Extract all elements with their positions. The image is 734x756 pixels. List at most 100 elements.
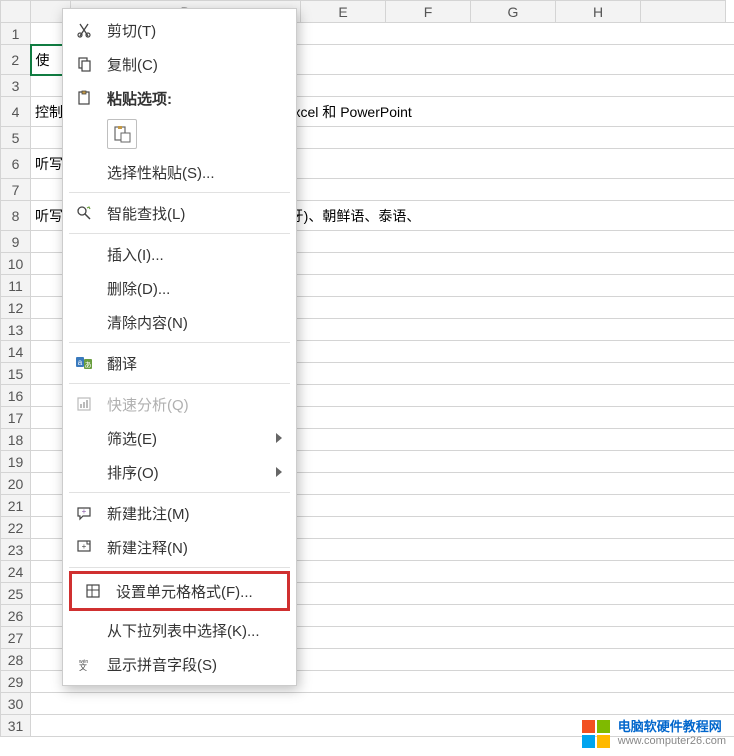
menu-filter[interactable]: 筛选(E) xyxy=(63,421,296,455)
row-header[interactable]: 14 xyxy=(1,341,31,363)
menu-translate[interactable]: aあ 翻译 xyxy=(63,346,296,380)
row-header[interactable]: 24 xyxy=(1,561,31,583)
menu-label: 复制(C) xyxy=(107,54,282,75)
menu-separator xyxy=(69,233,290,234)
row-header[interactable]: 11 xyxy=(1,275,31,297)
menu-cut[interactable]: 剪切(T) xyxy=(63,13,296,47)
row-header[interactable]: 16 xyxy=(1,385,31,407)
menu-sort[interactable]: 排序(O) xyxy=(63,455,296,489)
row-header[interactable]: 15 xyxy=(1,363,31,385)
cut-icon xyxy=(73,19,95,41)
menu-paste-special[interactable]: 选择性粘贴(S)... xyxy=(63,155,296,189)
row-header[interactable]: 4 xyxy=(1,97,31,127)
menu-separator xyxy=(69,383,290,384)
svg-text:あ: あ xyxy=(85,361,92,369)
submenu-arrow-icon xyxy=(276,433,282,443)
phonetic-icon: wén文 xyxy=(73,653,95,675)
row-header[interactable]: 29 xyxy=(1,671,31,693)
menu-clear-contents[interactable]: 清除内容(N) xyxy=(63,305,296,339)
format-cells-icon xyxy=(82,580,104,602)
menu-label: 新建批注(M) xyxy=(107,503,282,524)
row-header[interactable]: 18 xyxy=(1,429,31,451)
menu-smart-lookup[interactable]: 智能查找(L) xyxy=(63,196,296,230)
row-header[interactable]: 30 xyxy=(1,693,31,715)
select-all-corner[interactable] xyxy=(1,1,31,23)
comment-icon: + xyxy=(73,502,95,524)
menu-copy[interactable]: 复制(C) xyxy=(63,47,296,81)
context-menu: 剪切(T) 复制(C) 粘贴选项: 选择性粘贴(S)... 智能查找(L) 插入… xyxy=(62,8,297,686)
menu-format-cells[interactable]: 设置单元格格式(F)... xyxy=(72,574,287,608)
row-header[interactable]: 3 xyxy=(1,75,31,97)
row-header[interactable]: 31 xyxy=(1,715,31,737)
copy-icon xyxy=(73,53,95,75)
svg-text:文: 文 xyxy=(79,662,87,671)
row-header[interactable]: 22 xyxy=(1,517,31,539)
menu-label: 清除内容(N) xyxy=(107,312,282,333)
row-header[interactable]: 5 xyxy=(1,127,31,149)
menu-delete[interactable]: 删除(D)... xyxy=(63,271,296,305)
paste-option-default[interactable] xyxy=(107,119,137,149)
menu-label: 显示拼音字段(S) xyxy=(107,654,282,675)
menu-label: 粘贴选项: xyxy=(107,88,282,109)
menu-label: 从下拉列表中选择(K)... xyxy=(107,620,282,641)
watermark-text: 电脑软硬件教程网 www.computer26.com xyxy=(618,719,726,748)
watermark: 电脑软硬件教程网 www.computer26.com xyxy=(582,719,726,748)
row-header[interactable]: 27 xyxy=(1,627,31,649)
row-header[interactable]: 13 xyxy=(1,319,31,341)
menu-label: 删除(D)... xyxy=(107,278,282,299)
row-header[interactable]: 21 xyxy=(1,495,31,517)
submenu-arrow-icon xyxy=(276,467,282,477)
menu-label: 新建注释(N) xyxy=(107,537,282,558)
cell[interactable] xyxy=(31,693,734,715)
row-header[interactable]: 19 xyxy=(1,451,31,473)
paste-icon xyxy=(73,87,95,109)
row-header[interactable]: 12 xyxy=(1,297,31,319)
menu-insert[interactable]: 插入(I)... xyxy=(63,237,296,271)
menu-show-phonetic[interactable]: wén文 显示拼音字段(S) xyxy=(63,647,296,681)
watermark-title: 电脑软硬件教程网 xyxy=(618,719,726,735)
menu-label: 剪切(T) xyxy=(107,20,282,41)
row-header[interactable]: 2 xyxy=(1,45,31,75)
menu-separator xyxy=(69,567,290,568)
row-header[interactable]: 25 xyxy=(1,583,31,605)
menu-separator xyxy=(69,342,290,343)
menu-label: 选择性粘贴(S)... xyxy=(107,162,282,183)
menu-label: 智能查找(L) xyxy=(107,203,282,224)
menu-label: 排序(O) xyxy=(107,462,276,483)
menu-quick-analysis: 快速分析(Q) xyxy=(63,387,296,421)
row-header[interactable]: 1 xyxy=(1,23,31,45)
watermark-logo-icon xyxy=(582,720,610,748)
row-header[interactable]: 23 xyxy=(1,539,31,561)
svg-text:a: a xyxy=(78,358,83,367)
col-header[interactable]: E xyxy=(301,1,386,23)
row-header[interactable]: 20 xyxy=(1,473,31,495)
smart-lookup-icon xyxy=(73,202,95,224)
watermark-url: www.computer26.com xyxy=(618,735,726,748)
col-header[interactable]: G xyxy=(471,1,556,23)
menu-label: 筛选(E) xyxy=(107,428,276,449)
row-header[interactable]: 28 xyxy=(1,649,31,671)
paste-options-row xyxy=(63,115,296,155)
menu-separator xyxy=(69,192,290,193)
menu-label: 快速分析(Q) xyxy=(107,394,282,415)
menu-label: 翻译 xyxy=(107,353,282,374)
col-header[interactable]: H xyxy=(556,1,641,23)
menu-separator xyxy=(69,492,290,493)
row-header[interactable]: 9 xyxy=(1,231,31,253)
svg-text:+: + xyxy=(82,507,87,516)
col-header[interactable]: F xyxy=(386,1,471,23)
row-header[interactable]: 7 xyxy=(1,179,31,201)
col-header[interactable] xyxy=(641,1,726,23)
svg-text:+: + xyxy=(82,542,87,551)
row-header[interactable]: 26 xyxy=(1,605,31,627)
tutorial-highlight: 设置单元格格式(F)... xyxy=(69,571,290,611)
row-header[interactable]: 6 xyxy=(1,149,31,179)
menu-new-comment[interactable]: + 新建批注(M) xyxy=(63,496,296,530)
menu-pick-from-list[interactable]: 从下拉列表中选择(K)... xyxy=(63,613,296,647)
row-header[interactable]: 8 xyxy=(1,201,31,231)
note-icon: + xyxy=(73,536,95,558)
translate-icon: aあ xyxy=(73,352,95,374)
row-header[interactable]: 17 xyxy=(1,407,31,429)
menu-new-note[interactable]: + 新建注释(N) xyxy=(63,530,296,564)
row-header[interactable]: 10 xyxy=(1,253,31,275)
